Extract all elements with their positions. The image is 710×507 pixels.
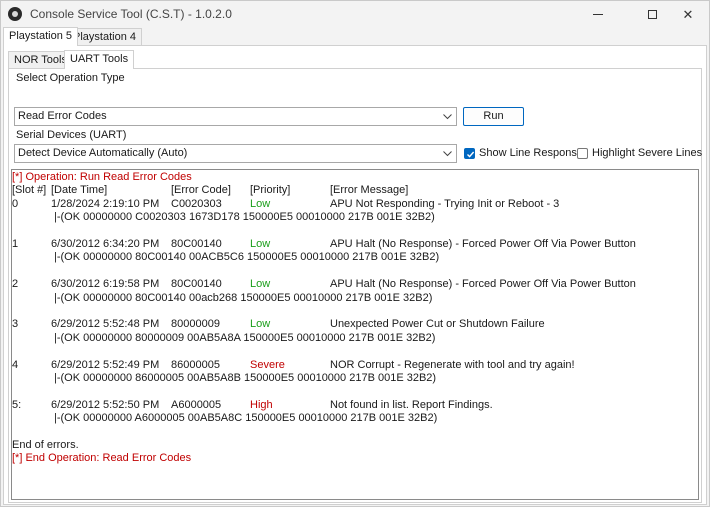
- playstation-5-pane: NOR Tools UART Tools Select Operation Ty…: [3, 45, 707, 505]
- entry-datetime: 1/28/2024 2:19:10 PM: [51, 197, 160, 210]
- log-entry-row: 1 6/30/2012 6:34:20 PM 80C00140 Low APU Halt…: [12, 238, 698, 251]
- log-response-row: |-(OK 00000000 80C00140 00acb268 150000E…: [12, 292, 698, 305]
- title-bar: Console Service Tool (C.S.T) - 1.0.2.0 ✕: [1, 1, 709, 28]
- error-message: APU Not Responding - Trying Init or Rebo…: [330, 197, 560, 210]
- line-response: |-(OK 00000000 C0020303 1673D178 150000E…: [54, 211, 435, 224]
- error-code: C0020303: [171, 197, 222, 210]
- line-response: |-(OK 00000000 80C00140 00acb268 150000E…: [54, 291, 433, 304]
- app-window: Console Service Tool (C.S.T) - 1.0.2.0 ✕…: [0, 0, 710, 507]
- priority-header: [Priority]: [250, 184, 291, 197]
- tab-uart-tools[interactable]: UART Tools: [64, 50, 135, 69]
- error-message: Unexpected Power Cut or Shutdown Failure: [330, 318, 545, 331]
- log-end-line: [*] End Operation: Read Error Codes: [12, 452, 698, 465]
- slot-number: 3: [12, 318, 19, 331]
- serial-device-value: Detect Device Automatically (Auto): [18, 147, 188, 159]
- log-header-row: [Slot #] [Date Time] [Error Code] [Priority…: [12, 184, 698, 197]
- priority-value: Low: [250, 318, 271, 331]
- log-response-row: |-(OK 00000000 A6000005 00AB5A8C 150000E…: [12, 412, 698, 425]
- checkmark-icon: [467, 151, 475, 158]
- highlight-severe-lines-checkbox[interactable]: [577, 148, 588, 159]
- line-response: |-(OK 00000000 A6000005 00AB5A8C 150000E…: [54, 412, 438, 425]
- maximize-icon: [647, 10, 657, 19]
- minimize-button[interactable]: [575, 1, 621, 28]
- show-line-response-checkbox[interactable]: [464, 148, 475, 159]
- operation-type-value: Read Error Codes: [18, 110, 107, 122]
- slot-number: 0: [12, 197, 19, 210]
- log-response-row: |-(OK 00000000 80000009 00AB5A8A 150000E…: [12, 332, 698, 345]
- chevron-down-icon: [442, 109, 452, 125]
- close-button[interactable]: ✕: [665, 1, 710, 28]
- slot-header: [Slot #]: [12, 184, 47, 197]
- error-message-header: [Error Message]: [330, 184, 409, 197]
- error-code: 80C00140: [171, 278, 222, 291]
- run-button[interactable]: Run: [463, 107, 524, 126]
- log-response-row: |-(OK 00000000 80C00140 00ACB5C6 150000E…: [12, 251, 698, 264]
- slot-number: 4: [12, 358, 19, 371]
- priority-value: Low: [250, 238, 271, 250]
- app-logo-icon: [8, 7, 22, 21]
- error-message: APU Halt (No Response) - Forced Power Of…: [330, 278, 636, 291]
- log-entry-row: 4 6/29/2012 5:52:49 PM 86000005 Severe NOR C…: [12, 359, 698, 372]
- error-message: Not found in list. Report Findings.: [330, 398, 493, 411]
- highlight-severe-lines-label[interactable]: Highlight Severe Lines: [592, 147, 702, 159]
- operation-type-select[interactable]: Read Error Codes: [14, 107, 457, 126]
- slot-number: 1: [12, 238, 19, 250]
- line-response: |-(OK 00000000 80C00140 00ACB5C6 150000E…: [54, 251, 440, 264]
- priority-value: High: [250, 398, 273, 411]
- uart-tools-pane: Select Operation Type Read Error Codes R…: [8, 68, 702, 503]
- log-entry-row: 5: 6/29/2012 5:52:50 PM A6000005 High Not fo…: [12, 399, 698, 412]
- line-response: |-(OK 00000000 80000009 00AB5A8A 150000E…: [54, 331, 436, 344]
- operation-end-text: [*] End Operation: Read Error Codes: [12, 452, 192, 465]
- show-line-response-label[interactable]: Show Line Response: [479, 147, 583, 159]
- log-entry-row: 3 6/29/2012 5:52:48 PM 80000009 Low Unexpect…: [12, 318, 698, 331]
- priority-value: Severe: [250, 358, 285, 371]
- serial-device-select[interactable]: Detect Device Automatically (Auto): [14, 144, 457, 163]
- tab-playstation-4[interactable]: Playstation 4: [67, 28, 142, 46]
- error-message: APU Halt (No Response) - Forced Power Of…: [330, 238, 636, 250]
- end-of-errors-text: End of errors.: [12, 439, 79, 451]
- window-title: Console Service Tool (C.S.T) - 1.0.2.0: [30, 7, 232, 21]
- error-code: 80000009: [171, 318, 220, 331]
- entry-datetime: 6/29/2012 5:52:49 PM: [51, 358, 160, 371]
- error-code: A6000005: [171, 398, 222, 411]
- log-start-line: [*] Operation: Run Read Error Codes: [12, 171, 698, 184]
- entry-datetime: 6/30/2012 6:34:20 PM: [51, 238, 160, 250]
- operation-start-text: [*] Operation: Run Read Error Codes: [12, 171, 192, 183]
- operation-type-label: Select Operation Type: [16, 72, 125, 84]
- minimize-icon: [593, 14, 603, 15]
- error-code: 80C00140: [171, 238, 222, 250]
- priority-value: Low: [250, 278, 271, 291]
- entry-datetime: 6/29/2012 5:52:50 PM: [51, 398, 160, 411]
- chevron-down-icon: [442, 146, 452, 162]
- log-response-row: |-(OK 00000000 C0020303 1673D178 150000E…: [12, 211, 698, 224]
- log-end-errors: End of errors.: [12, 439, 698, 452]
- log-response-row: |-(OK 00000000 86000005 00AB5A8B 150000E…: [12, 372, 698, 385]
- slot-number: 5:: [12, 398, 22, 411]
- log-entry-row: 2 6/30/2012 6:19:58 PM 80C00140 Low APU Halt…: [12, 278, 698, 291]
- entry-datetime: 6/29/2012 5:52:48 PM: [51, 318, 160, 331]
- entry-datetime: 6/30/2012 6:19:58 PM: [51, 278, 160, 291]
- datetime-header: [Date Time]: [51, 184, 108, 197]
- serial-devices-label: Serial Devices (UART): [16, 129, 127, 141]
- output-log[interactable]: [*] Operation: Run Read Error Codes [Slot…: [11, 169, 699, 500]
- line-response: |-(OK 00000000 86000005 00AB5A8B 150000E…: [54, 372, 437, 384]
- error-message: NOR Corrupt - Regenerate with tool and t…: [330, 358, 575, 371]
- close-icon: ✕: [682, 6, 694, 22]
- error-code: 86000005: [171, 358, 220, 371]
- log-entry-row: 0 1/28/2024 2:19:10 PM C0020303 Low APU Not …: [12, 198, 698, 211]
- priority-value: Low: [250, 197, 271, 210]
- tab-playstation-5[interactable]: Playstation 5: [3, 27, 78, 46]
- error-code-header: [Error Code]: [171, 184, 231, 197]
- slot-number: 2: [12, 278, 19, 291]
